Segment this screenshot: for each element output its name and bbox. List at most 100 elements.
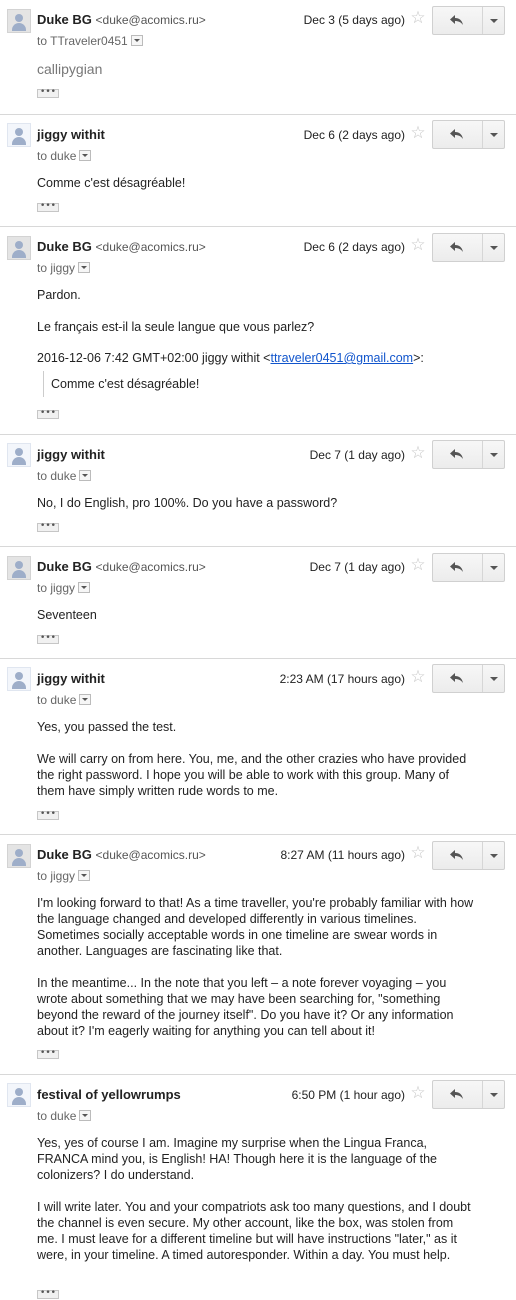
person-avatar-icon — [7, 556, 31, 580]
message-date: 2:23 AM (17 hours ago) — [279, 672, 405, 686]
message-body: Seventeen — [37, 608, 97, 622]
star-icon[interactable]: ☆ — [409, 556, 427, 574]
show-details-button[interactable] — [79, 1110, 92, 1121]
more-options-button[interactable] — [483, 441, 505, 468]
message-date: Dec 7 (1 day ago) — [309, 448, 405, 462]
recipient: to jiggy — [37, 261, 91, 275]
chevron-down-icon — [490, 453, 498, 457]
reply-button[interactable] — [433, 842, 482, 869]
reply-arrow-icon — [450, 15, 463, 25]
chevron-down-icon — [490, 854, 498, 858]
message-date: Dec 6 (2 days ago) — [303, 240, 405, 254]
reply-arrow-icon — [450, 242, 463, 252]
sender[interactable]: Duke BG <duke@acomics.ru> — [37, 847, 206, 862]
show-details-button[interactable] — [78, 582, 91, 593]
show-trimmed-content-button[interactable]: ••• — [37, 634, 59, 644]
reply-button[interactable] — [433, 234, 482, 261]
sender[interactable]: Duke BG <duke@acomics.ru> — [37, 12, 206, 27]
quoted-text: Comme c'est désagréable! — [43, 371, 199, 397]
show-trimmed-content-button[interactable]: ••• — [37, 522, 59, 532]
message-body: I will write later. You and your compatr… — [37, 1200, 471, 1262]
sender[interactable]: Duke BG <duke@acomics.ru> — [37, 559, 206, 574]
reply-button[interactable] — [433, 121, 482, 148]
recipient: to jiggy — [37, 581, 91, 595]
person-avatar-icon — [7, 443, 31, 467]
message-date: Dec 6 (2 days ago) — [303, 128, 405, 142]
show-details-button[interactable] — [79, 694, 92, 705]
more-options-button[interactable] — [483, 554, 505, 581]
chevron-down-icon — [490, 677, 498, 681]
message-body: Yes, yes of course I am. Imagine my surp… — [37, 1136, 437, 1182]
message-body: Pardon. — [37, 288, 81, 302]
message-body: We will carry on from here. You, me, and… — [37, 752, 467, 798]
reply-arrow-icon — [450, 673, 463, 683]
show-details-button[interactable] — [79, 470, 92, 481]
person-avatar-icon — [7, 236, 31, 260]
reply-button-group — [432, 841, 505, 870]
message: Duke BG <duke@acomics.ru> Dec 6 (2 days … — [0, 226, 516, 434]
reply-arrow-icon — [450, 1089, 463, 1099]
message-body: No, I do English, pro 100%. Do you have … — [37, 496, 338, 510]
sender[interactable]: jiggy withit — [37, 447, 105, 462]
reply-button-group — [432, 553, 505, 582]
reply-arrow-icon — [450, 449, 463, 459]
chevron-down-icon — [490, 566, 498, 570]
person-avatar-icon — [7, 123, 31, 147]
reply-button[interactable] — [433, 441, 482, 468]
show-trimmed-content-button[interactable]: ••• — [37, 88, 59, 98]
reply-button-group — [432, 1080, 505, 1109]
show-details-button[interactable] — [130, 35, 143, 46]
show-trimmed-content-button[interactable]: ••• — [37, 810, 59, 820]
sender[interactable]: jiggy withit — [37, 127, 105, 142]
reply-button-group — [432, 6, 505, 35]
show-trimmed-content-button[interactable]: ••• — [37, 409, 59, 419]
show-details-button[interactable] — [79, 150, 92, 161]
message: Duke BG <duke@acomics.ru> 8:27 AM (11 ho… — [0, 834, 516, 1074]
message: Duke BG <duke@acomics.ru> Dec 3 (5 days … — [0, 0, 516, 113]
more-options-button[interactable] — [483, 665, 505, 692]
sender[interactable]: Duke BG <duke@acomics.ru> — [37, 239, 206, 254]
email-link[interactable]: ttraveler0451@gmail.com — [270, 351, 413, 365]
more-options-button[interactable] — [483, 842, 505, 869]
show-details-button[interactable] — [78, 262, 91, 273]
message-body: In the meantime... In the note that you … — [37, 976, 454, 1038]
star-icon[interactable]: ☆ — [409, 9, 427, 27]
star-icon[interactable]: ☆ — [409, 1084, 427, 1102]
more-options-button[interactable] — [483, 121, 505, 148]
reply-button[interactable] — [433, 665, 482, 692]
message-date: 8:27 AM (11 hours ago) — [280, 848, 405, 862]
show-trimmed-content-button[interactable]: ••• — [37, 202, 59, 212]
reply-button[interactable] — [433, 7, 482, 34]
message-date: Dec 3 (5 days ago) — [303, 13, 405, 27]
show-details-button[interactable] — [78, 870, 91, 881]
message-date: Dec 7 (1 day ago) — [309, 560, 405, 574]
star-icon[interactable]: ☆ — [409, 236, 427, 254]
chevron-down-icon — [490, 246, 498, 250]
recipient: to duke — [37, 469, 92, 483]
message: jiggy withit 2:23 AM (17 hours ago) ☆ to… — [0, 658, 516, 834]
message: jiggy withit Dec 6 (2 days ago) ☆ to duk… — [0, 114, 516, 226]
show-trimmed-content-button[interactable]: ••• — [37, 1289, 59, 1299]
more-options-button[interactable] — [483, 234, 505, 261]
more-options-button[interactable] — [483, 7, 505, 34]
message-body: I'm looking forward to that! As a time t… — [37, 896, 474, 958]
star-icon[interactable]: ☆ — [409, 844, 427, 862]
recipient: to duke — [37, 149, 92, 163]
show-trimmed-content-button[interactable]: ••• — [37, 1049, 59, 1059]
chevron-down-icon — [490, 19, 498, 23]
more-options-button[interactable] — [483, 1081, 505, 1108]
chevron-down-icon — [490, 133, 498, 137]
message: festival of yellowrumps 6:50 PM (1 hour … — [0, 1074, 516, 1300]
person-avatar-icon — [7, 9, 31, 33]
star-icon[interactable]: ☆ — [409, 124, 427, 142]
reply-button[interactable] — [433, 1081, 482, 1108]
reply-button[interactable] — [433, 554, 482, 581]
person-avatar-icon — [7, 1083, 31, 1107]
reply-button-group — [432, 120, 505, 149]
sender[interactable]: festival of yellowrumps — [37, 1087, 181, 1102]
star-icon[interactable]: ☆ — [409, 668, 427, 686]
sender[interactable]: jiggy withit — [37, 671, 105, 686]
recipient: to duke — [37, 693, 92, 707]
star-icon[interactable]: ☆ — [409, 444, 427, 462]
reply-button-group — [432, 440, 505, 469]
